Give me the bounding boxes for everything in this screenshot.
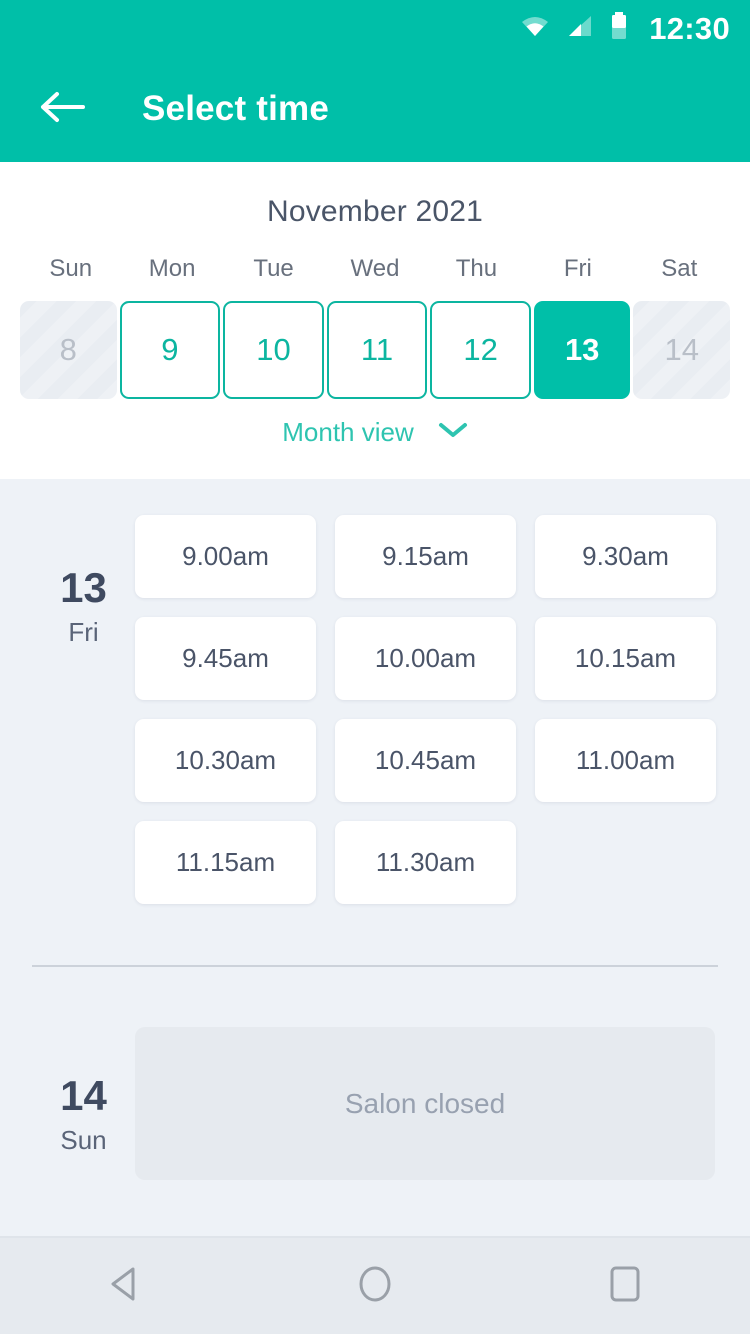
- month-view-toggle[interactable]: Month view: [0, 417, 750, 448]
- nav-back-triangle-icon: [107, 1265, 143, 1308]
- weekday-label-tue: Tue: [253, 255, 294, 282]
- android-nav-bar: [0, 1236, 750, 1334]
- weekday-label-fri: Fri: [563, 255, 592, 282]
- nav-recents-button[interactable]: [575, 1237, 675, 1334]
- date-cell-12[interactable]: 12: [430, 301, 531, 399]
- time-slot[interactable]: 10.00am: [335, 617, 516, 700]
- closed-day-block: 14 Sun Salon closed: [0, 1027, 750, 1180]
- time-slot[interactable]: 11.15am: [135, 821, 316, 904]
- weekday-label-sat: Sat: [661, 255, 698, 282]
- status-bar: 12:30: [0, 0, 750, 56]
- nav-back-button[interactable]: [75, 1237, 175, 1334]
- battery-icon: [610, 11, 628, 45]
- status-bar-icons: [520, 11, 628, 45]
- date-strip: 8 9 10 11 12 13 14: [0, 301, 750, 399]
- closed-day-number: 14: [60, 1072, 107, 1119]
- cellular-signal-icon: [567, 14, 593, 43]
- closed-day-date-label: 14 Sun: [32, 1027, 135, 1180]
- time-slot[interactable]: 10.30am: [135, 719, 316, 802]
- time-slot[interactable]: 9.15am: [335, 515, 516, 598]
- date-cell-10[interactable]: 10: [223, 301, 324, 399]
- day-weekday: Fri: [68, 617, 99, 647]
- chevron-down-icon: [438, 421, 468, 444]
- weekday-header-row: Sun Mon Tue Wed Thu Fri Sat: [0, 255, 750, 283]
- back-button[interactable]: [28, 75, 96, 143]
- back-arrow-icon: [39, 90, 85, 129]
- day-date-label: 13 Fri: [32, 515, 135, 904]
- status-bar-clock: 12:30: [649, 10, 730, 46]
- time-slot[interactable]: 11.00am: [535, 719, 716, 802]
- app-bar: Select time: [0, 56, 750, 162]
- time-slot[interactable]: 9.45am: [135, 617, 316, 700]
- weekday-label-thu: Thu: [455, 255, 498, 282]
- section-divider: [32, 965, 718, 967]
- nav-recents-square-icon: [608, 1264, 642, 1309]
- page-title: Select time: [142, 89, 330, 128]
- calendar-month-title: November 2021: [266, 195, 484, 228]
- date-cell-11[interactable]: 11: [326, 301, 428, 399]
- phone-screen: 12:30 Select time November 2021 Sun Mon …: [0, 0, 750, 1334]
- day-slots-block: 13 Fri 9.00am 9.15am 9.30am 9.45am 10.00…: [0, 479, 750, 904]
- time-slots-section: 13 Fri 9.00am 9.15am 9.30am 9.45am 10.00…: [0, 479, 750, 1180]
- time-slot-grid: 9.00am 9.15am 9.30am 9.45am 10.00am 10.1…: [135, 515, 716, 904]
- date-cell-13[interactable]: 13: [533, 301, 631, 399]
- nav-home-button[interactable]: [325, 1237, 425, 1334]
- salon-closed-panel: Salon closed: [135, 1027, 715, 1180]
- time-slot[interactable]: 9.30am: [535, 515, 716, 598]
- day-number: 13: [60, 564, 107, 611]
- weekday-label-mon: Mon: [148, 255, 196, 282]
- date-cell-8: 8: [20, 301, 117, 399]
- weekday-label-wed: Wed: [350, 255, 400, 282]
- time-slot[interactable]: 10.45am: [335, 719, 516, 802]
- closed-day-weekday: Sun: [60, 1125, 107, 1155]
- time-slot[interactable]: 10.15am: [535, 617, 716, 700]
- weekday-label-sun: Sun: [49, 255, 93, 282]
- month-view-label: Month view: [282, 417, 414, 447]
- wifi-icon: [520, 14, 550, 43]
- nav-home-circle-icon: [355, 1263, 395, 1310]
- date-cell-14: 14: [633, 301, 731, 399]
- calendar-panel: November 2021 Sun Mon Tue Wed Thu Fri Sa…: [0, 162, 750, 479]
- time-slot[interactable]: 9.00am: [135, 515, 316, 598]
- date-cell-9[interactable]: 9: [119, 301, 221, 399]
- time-slot[interactable]: 11.30am: [335, 821, 516, 904]
